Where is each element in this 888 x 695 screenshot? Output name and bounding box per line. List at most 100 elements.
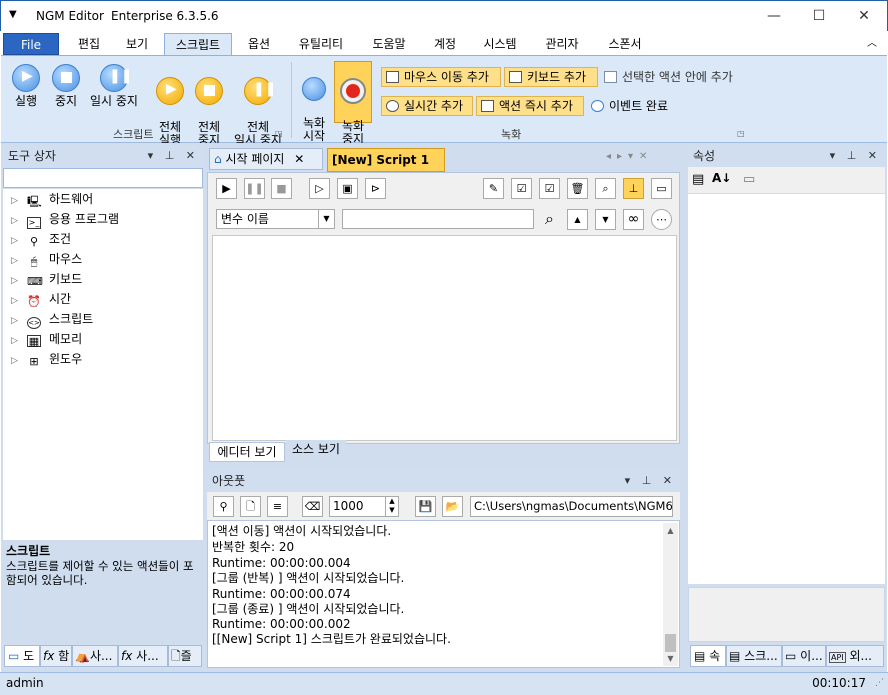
stop-icon[interactable]: ■ <box>271 178 292 199</box>
step-into-icon[interactable]: ▣ <box>337 178 358 199</box>
variable-value-input[interactable] <box>342 209 534 229</box>
tab-nav-icons[interactable]: ◂▸▾✕ <box>606 151 653 162</box>
ribbon-collapse-icon[interactable]: ︿ <box>863 33 881 55</box>
clear-style-icon[interactable]: ⚲ <box>213 496 234 517</box>
tree-item-mouse[interactable]: ▷ 🖱 마우스 <box>11 249 82 269</box>
panel-buttons[interactable]: ▾ ⊥ ✕ <box>148 145 199 167</box>
record-stop-button[interactable]: 녹화 중지 <box>334 61 372 146</box>
tree-item-script[interactable]: ▷ <> 스크립트 <box>11 309 93 329</box>
more-icon[interactable]: ⋯ <box>651 209 672 230</box>
function-icon-2: fx <box>121 649 133 663</box>
properties-description <box>688 587 885 642</box>
log-path-input[interactable]: C:\Users\ngmas\Documents\NGM6\ <box>470 496 673 517</box>
edit-icon[interactable]: ✎ <box>483 178 504 199</box>
save-icon[interactable]: 💾 <box>415 496 436 517</box>
panel-buttons-output[interactable]: ▾ ⊥ ✕ <box>625 470 676 492</box>
properties-tab-4[interactable]: API 외... <box>826 645 884 667</box>
move-up-icon[interactable]: ▲ <box>567 209 588 230</box>
script-editor-area[interactable] <box>212 235 677 441</box>
panel-buttons-properties[interactable]: ▾ ⊥ ✕ <box>830 145 881 167</box>
step-icon[interactable]: ▷ <box>309 178 330 199</box>
toolbox-tab-2[interactable]: fx 함 <box>40 645 72 667</box>
properties-title-bar: 속성 ▾ ⊥ ✕ <box>688 145 885 167</box>
menu-tab-utility[interactable]: 유틸리티 <box>288 33 354 55</box>
branch-icon: ⚲ <box>29 235 39 248</box>
close-tab-icon[interactable]: ✕ <box>294 152 304 166</box>
categorized-icon[interactable]: ▤ <box>692 172 704 187</box>
search-icon-2[interactable]: ⌕ <box>539 209 560 230</box>
run-icon[interactable]: ▶ <box>216 178 237 199</box>
spinner-icon[interactable]: ▲ ▼ <box>385 497 398 516</box>
tree-item-condition[interactable]: ▷ ⚲ 조건 <box>11 229 71 249</box>
add-keyboard-button[interactable]: 키보드 추가 <box>504 67 598 87</box>
system-menu-icon[interactable]: ▼ <box>9 9 17 20</box>
stop-button[interactable]: 중지 <box>47 64 85 108</box>
minimize-button[interactable]: — <box>751 1 797 31</box>
check-all-icon[interactable]: ☑ <box>511 178 532 199</box>
add-inside-selected-button[interactable]: 선택한 액션 안에 추가 <box>599 67 749 87</box>
toolbox-tab-4[interactable]: fx 사... <box>118 645 168 667</box>
maximize-button[interactable]: ☐ <box>796 1 842 31</box>
delete-icon[interactable]: 🗑 <box>567 178 588 199</box>
tab-new-script-1[interactable]: [New] Script 1 ✕ <box>327 148 445 189</box>
chevron-down-icon[interactable]: ▼ <box>318 210 334 228</box>
menu-tab-sponsor[interactable]: 스폰서 <box>597 33 653 55</box>
close-button[interactable]: ✕ <box>841 1 887 31</box>
menu-tab-edit[interactable]: 편집 <box>67 33 111 55</box>
tree-item-window[interactable]: ▷ ⊞ 윈도우 <box>11 349 82 369</box>
menu-tab-system[interactable]: 시스템 <box>473 33 527 55</box>
file-menu[interactable]: File <box>3 33 59 55</box>
sort-alpha-icon[interactable]: A↓ <box>712 171 731 185</box>
property-pages-icon[interactable]: ▭ <box>743 172 755 187</box>
api-icon: API <box>829 652 846 663</box>
properties-tab-2[interactable]: ▤ 스크... <box>726 645 782 667</box>
menu-tab-admin[interactable]: 관리자 <box>534 33 590 55</box>
menu-tab-account[interactable]: 계정 <box>423 33 467 55</box>
toolbox-tab-1[interactable]: ▭ 도 <box>4 645 40 667</box>
toolbox-search-input[interactable] <box>3 168 203 188</box>
variable-select[interactable]: 변수 이름 ▼ <box>216 209 335 229</box>
tree-item-keyboard[interactable]: ▷ ⌨ 키보드 <box>11 269 82 289</box>
record-stop-icon <box>340 78 366 104</box>
toolbox-tab-3[interactable]: ⛺사... <box>72 645 118 667</box>
repeat-count-input[interactable]: 1000 ▲ ▼ <box>329 496 399 517</box>
move-down-icon[interactable]: ▼ <box>595 209 616 230</box>
page-settings-icon[interactable]: 🗋 <box>240 496 261 517</box>
add-realtime-button[interactable]: 실시간 추가 <box>381 96 473 116</box>
tab-start-page[interactable]: ⌂ 시작 페이지 ✕ <box>209 148 323 170</box>
loop-icon[interactable]: ∞ <box>623 209 644 230</box>
eraser-icon[interactable]: ⌫ <box>302 496 323 517</box>
tab-editor-view[interactable]: 에디터 보기 <box>209 442 285 462</box>
list-icon[interactable]: ≡ <box>267 496 288 517</box>
play-button[interactable]: ▶ 실행 <box>7 64 45 108</box>
menu-tab-script[interactable]: 스크립트 <box>164 33 232 55</box>
tree-view-icon[interactable]: ⊥ <box>623 178 644 199</box>
tree-item-memory[interactable]: ▷ ▦ 메모리 <box>11 329 82 349</box>
menu-tab-help[interactable]: 도움말 <box>363 33 415 55</box>
description-text: 스크립트를 제어할 수 있는 액션들이 포함되어 있습니다. <box>6 559 194 587</box>
search-icon[interactable]: ⌕ <box>595 178 616 199</box>
tree-item-application[interactable]: ▷ >_ 응용 프로그램 <box>11 209 119 229</box>
step-over-icon[interactable]: ⊳ <box>365 178 386 199</box>
laptop-icon[interactable]: ▭ <box>651 178 672 199</box>
tree-item-hardware[interactable]: ▷ 🖳 하드웨어 <box>11 189 93 209</box>
status-time: 00:10:17 <box>812 676 866 690</box>
menu-tab-view[interactable]: 보기 <box>115 33 159 55</box>
dialog-launcher-icon[interactable]: ◳ <box>275 129 283 138</box>
tab-source-view[interactable]: 소스 보기 <box>286 440 346 460</box>
add-mouse-move-button[interactable]: 마우스 이동 추가 <box>381 67 501 87</box>
tree-item-time[interactable]: ▷ ⏰ 시간 <box>11 289 71 309</box>
pause-icon[interactable]: ❚❚ <box>244 178 265 199</box>
log-scrollbar[interactable]: ▲ ▼ <box>663 523 678 666</box>
menu-tab-options[interactable]: 옵션 <box>237 33 281 55</box>
properties-tab-1[interactable]: ▤ 속 <box>690 645 726 667</box>
folder-icon[interactable]: 📂 <box>442 496 463 517</box>
add-action-now-button[interactable]: 액션 즉시 추가 <box>476 96 584 116</box>
resize-grip-icon[interactable]: ⋰ <box>875 673 884 694</box>
toolbox-tab-5[interactable]: 🗋즐 <box>168 645 202 667</box>
check-icon[interactable]: ☑ <box>539 178 560 199</box>
dialog-launcher-icon-2[interactable]: ◳ <box>737 129 745 138</box>
pause-button[interactable]: ❚❚ 일시 중지 <box>85 64 143 108</box>
event-done-button[interactable]: 이벤트 완료 <box>586 96 682 116</box>
properties-tab-3[interactable]: ▭ 이... <box>782 645 826 667</box>
